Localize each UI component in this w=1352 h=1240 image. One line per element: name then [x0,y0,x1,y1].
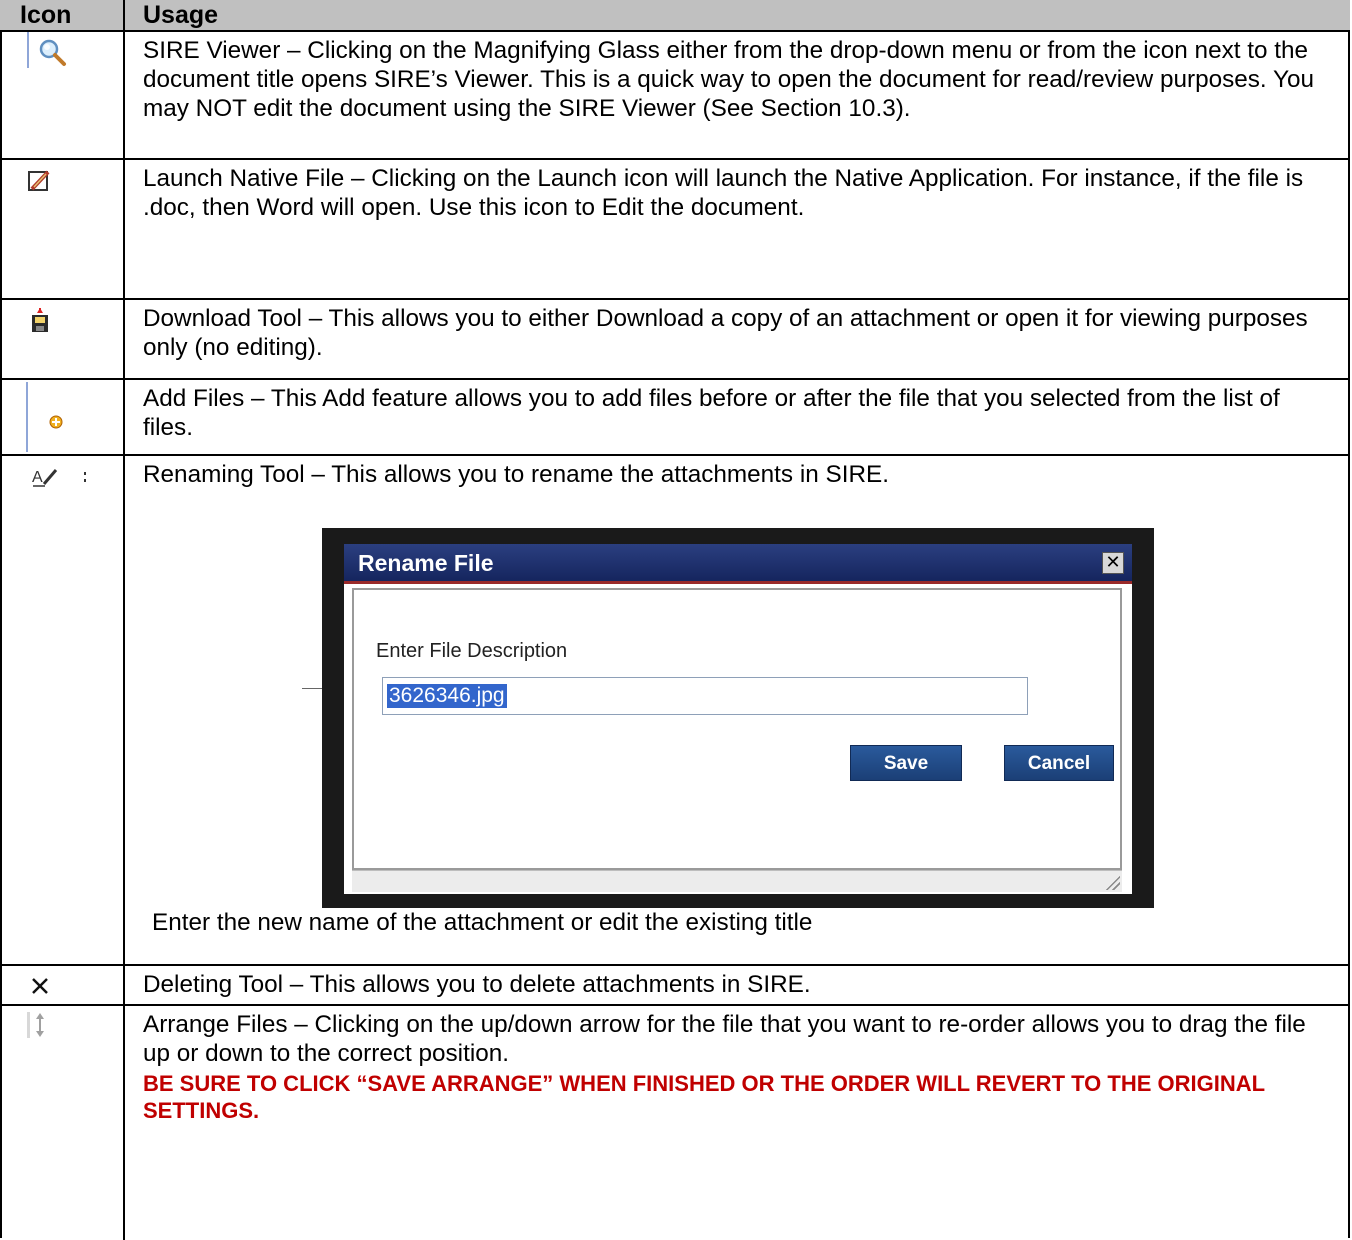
row-text: Deleting Tool – This allows you to delet… [143,971,811,998]
table-row: Add Files – This Add feature allows you … [0,380,1350,456]
cancel-button[interactable]: Cancel [1004,745,1114,781]
save-button[interactable]: Save [850,745,962,781]
svg-text:A: A [32,469,43,486]
file-description-label: Enter File Description [376,640,568,662]
table-header: Icon Usage [0,0,1350,32]
rename-file-dialog: Rename File ✕ Enter File Description 362… [302,528,1154,908]
header-icon: Icon [20,1,72,29]
warning-text: BE SURE TO CLICK “SAVE ARRANGE” WHEN FIN… [143,1071,1265,1123]
file-description-input[interactable]: 3626346.jpg [382,677,1028,715]
table-row: Launch Native File – Clicking on the Lau… [0,160,1350,300]
table-row: Deleting Tool – This allows you to delet… [0,966,1350,1006]
row-text: Renaming Tool – This allows you to renam… [143,461,889,488]
row-text: SIRE Viewer – Clicking on the Magnifying… [143,37,1314,122]
row-text: Arrange Files – Clicking on the up/down … [143,1011,1306,1067]
dialog-body: Enter File Description 3626346.jpg Save … [352,588,1122,870]
dialog-frame: Rename File ✕ Enter File Description 362… [344,544,1132,894]
row-text: Download Tool – This allows you to eithe… [143,305,1308,361]
close-icon[interactable]: ✕ [1102,552,1124,574]
row-note: Enter the new name of the attachment or … [152,909,813,936]
table-row: Arrange Files – Clicking on the up/down … [0,1006,1350,1240]
resize-grip-icon[interactable] [1104,874,1120,890]
row-text: Launch Native File – Clicking on the Lau… [143,165,1304,221]
dialog-title-bar: Rename File ✕ [344,544,1132,584]
table-row: SIRE Viewer – Clicking on the Magnifying… [0,32,1350,160]
dialog-title: Rename File [358,550,494,576]
row-text: Add Files – This Add feature allows you … [143,385,1280,441]
table-row: Download Tool – This allows you to eithe… [0,300,1350,380]
header-usage: Usage [143,1,219,29]
dialog-status-bar [352,870,1122,892]
file-description-value: 3626346.jpg [387,684,507,708]
